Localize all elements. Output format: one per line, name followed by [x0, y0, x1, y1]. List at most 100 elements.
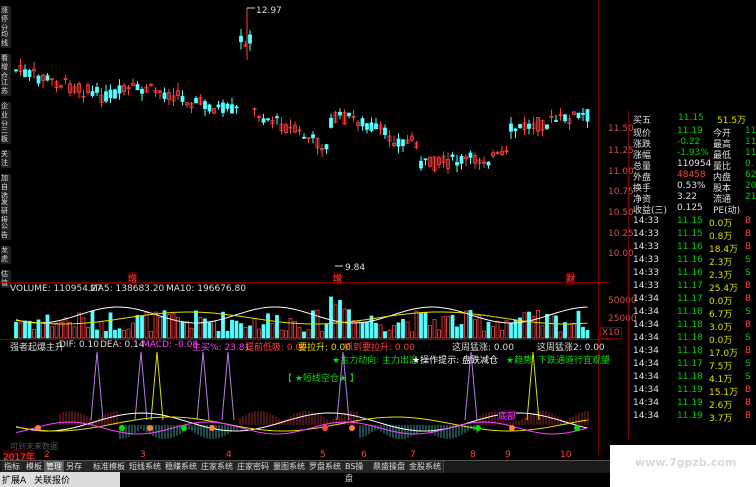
tick-side: S — [745, 359, 751, 369]
tab-5[interactable]: 短线系统 — [127, 461, 164, 473]
volume-bar — [423, 312, 428, 339]
volume-bar — [41, 321, 45, 339]
candle-body — [162, 92, 167, 99]
quote-field-label: PE(动) — [713, 206, 741, 216]
quote-row: 净资 3.22 流通 21 — [629, 192, 756, 205]
rail-item[interactable]: 江苏 — [1, 78, 11, 96]
tab-8[interactable]: 庄家密码 — [235, 461, 272, 473]
volume-bar — [225, 330, 230, 339]
candle-body — [468, 152, 473, 158]
candle-body — [455, 162, 459, 166]
volume-bar — [122, 330, 126, 339]
tab-6[interactable]: 稳赚系统 — [163, 461, 200, 473]
tick-row: 14:34 11.18 0.0万 S — [629, 333, 756, 346]
indicator-title[interactable]: 强者起爆主升 — [10, 340, 64, 353]
rail-item[interactable]: 龙虎 — [1, 246, 11, 264]
rail-item[interactable]: 发研报 — [1, 198, 11, 225]
indicator-lines — [15, 351, 589, 439]
tick-price: 11.15 — [677, 229, 703, 239]
tab-7[interactable]: 庄家系统 — [199, 461, 236, 473]
status-item-quote[interactable]: 关联报价 — [34, 473, 70, 486]
macd-label: MACD: -0.08 — [142, 340, 199, 350]
volume-bar — [198, 317, 203, 339]
volume-bar — [554, 315, 558, 339]
rail-item[interactable]: 加自选 — [1, 174, 11, 201]
tick-side: B — [745, 320, 752, 330]
candle-body — [518, 124, 522, 129]
month-label: 10 — [560, 450, 572, 460]
quote-field-value: 11.19 — [677, 126, 703, 136]
volume-bar — [113, 329, 117, 339]
volume-bar — [248, 325, 252, 339]
ma10-label: MA10: 196676.80 — [166, 284, 246, 294]
tick-time: 14:33 — [633, 268, 659, 278]
ma5-label: MA5: 138683.20 — [90, 284, 165, 294]
volume-bar — [185, 321, 189, 339]
volume-bar — [234, 320, 239, 339]
rail-item[interactable]: 公告 — [1, 222, 11, 240]
month-label: 5 — [320, 450, 326, 460]
volume-bar — [270, 323, 275, 339]
tick-volume: 3.0万 — [709, 323, 733, 333]
volume-bar — [338, 299, 342, 339]
volume-bar — [410, 331, 414, 339]
volume-bar — [194, 310, 198, 339]
volume-bar — [171, 313, 176, 339]
month-label: 4 — [226, 450, 232, 460]
volume-bar — [288, 318, 293, 339]
candle-body — [585, 109, 590, 122]
candle-body — [401, 139, 405, 147]
signal-dot — [349, 425, 355, 431]
tick-time: 14:34 — [633, 385, 659, 395]
candle-body — [329, 117, 333, 128]
volume-bar — [374, 322, 378, 339]
tick-time: 14:34 — [633, 320, 659, 330]
quote-field-value: -0.22 — [677, 137, 701, 147]
candle-body — [365, 123, 369, 130]
tick-row: 14:33 11.16 2.3万 S — [629, 255, 756, 268]
rail-item[interactable]: 均线 — [1, 30, 11, 48]
rail-item[interactable]: 三板 — [1, 126, 11, 144]
volume-bar — [306, 329, 311, 339]
volume-bar — [383, 331, 387, 339]
tick-row: 14:33 11.16 18.4万 B — [629, 242, 756, 255]
candle-body — [563, 114, 567, 122]
signal-dot — [35, 425, 41, 431]
tab-11[interactable]: BS操盘 — [343, 461, 372, 483]
status-item-expand[interactable]: 扩展A — [2, 473, 26, 486]
volume-bar — [180, 321, 185, 339]
rail-item[interactable]: 关注 — [1, 150, 11, 168]
volume-bar — [239, 323, 243, 339]
volume-bar — [54, 322, 59, 339]
rail-item[interactable]: 看增仓 — [1, 54, 11, 81]
volume-bar — [356, 321, 360, 339]
signal-dot — [475, 425, 481, 431]
tick-price: 11.18 — [677, 320, 703, 330]
candle-body — [194, 97, 198, 104]
volume-bar — [450, 314, 455, 339]
candle-body — [27, 69, 32, 77]
volume-bar — [455, 326, 459, 339]
tick-row: 14:33 11.15 0.8万 B — [629, 229, 756, 242]
month-label: 2 — [44, 450, 50, 460]
candle-body — [230, 104, 234, 114]
tick-price: 11.17 — [677, 294, 703, 304]
volume-bar — [302, 331, 306, 339]
volume-bar — [135, 314, 140, 339]
tab-10[interactable]: 罗盘系统 — [307, 461, 344, 473]
tab-9[interactable]: 量图系统 — [271, 461, 308, 473]
quote-field-value: 62 — [745, 170, 756, 180]
kline-chart[interactable] — [0, 0, 610, 456]
tab-13[interactable]: 金股系统 — [407, 461, 444, 473]
volume-bar — [81, 317, 86, 339]
tab-12[interactable]: 鼎盛操盘 — [371, 461, 408, 473]
tick-price: 11.19 — [677, 385, 703, 395]
buy5-volume: 51.5万 — [717, 116, 747, 126]
volume-bar — [275, 315, 279, 339]
volume-bar — [252, 317, 257, 339]
volume-bar — [527, 311, 531, 339]
volume-bar — [320, 331, 324, 339]
candle-body — [383, 127, 387, 136]
signal-dot — [209, 425, 215, 431]
volume-bar — [473, 319, 477, 339]
